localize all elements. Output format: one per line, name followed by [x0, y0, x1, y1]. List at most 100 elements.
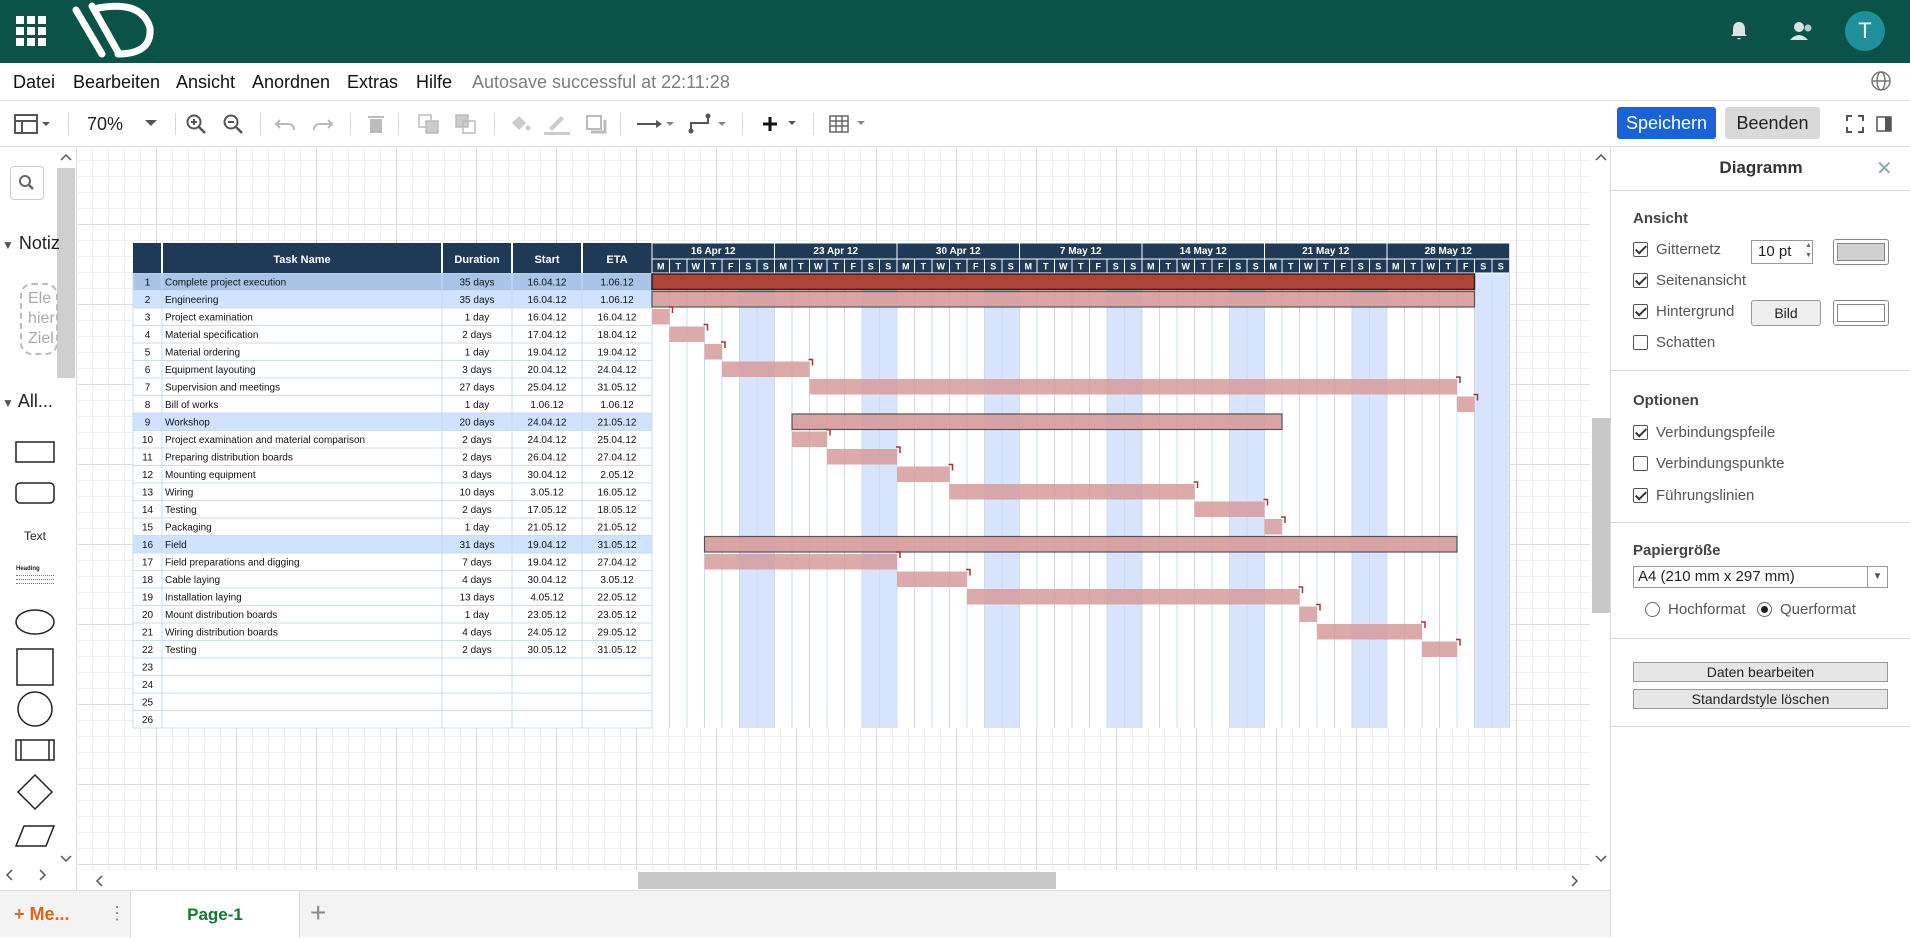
gantt-bar[interactable] — [722, 361, 810, 378]
zoom-out-button[interactable] — [222, 101, 244, 147]
grid-size-input[interactable]: 10 pt — [1751, 240, 1813, 264]
eta-cell[interactable]: 1.06.12 — [600, 278, 634, 289]
portrait-radio[interactable]: Hochformat — [1645, 601, 1746, 618]
eta-cell[interactable]: 3.05.12 — [600, 575, 634, 586]
start-cell[interactable]: 26.04.12 — [528, 453, 567, 464]
process-shape[interactable] — [15, 738, 55, 762]
eta-cell[interactable]: 1.06.12 — [600, 295, 634, 306]
start-cell[interactable]: 23.05.12 — [528, 610, 567, 621]
to-front-button[interactable] — [418, 101, 440, 147]
menu-edit[interactable]: Bearbeiten — [73, 72, 160, 93]
fill-color-button[interactable] — [508, 101, 532, 147]
scroll-up-icon[interactable] — [60, 152, 72, 162]
start-cell[interactable]: 30.04.12 — [528, 575, 567, 586]
duration-cell[interactable]: 1 day — [465, 313, 489, 324]
eta-cell[interactable]: 29.05.12 — [598, 628, 637, 639]
duration-cell[interactable]: 2 days — [462, 453, 491, 464]
start-cell[interactable]: 24.05.12 — [528, 628, 567, 639]
page-menu-icon[interactable]: ⋮ — [108, 903, 126, 924]
gantt-bar[interactable] — [949, 484, 1195, 500]
connection-arrows-checkbox[interactable]: Verbindungspfeile — [1633, 424, 1775, 441]
to-back-button[interactable] — [455, 101, 477, 147]
landscape-radio[interactable]: Querformat — [1757, 601, 1856, 618]
duration-cell[interactable]: 35 days — [459, 278, 494, 289]
apps-grid-icon[interactable] — [16, 16, 46, 46]
grid-checkbox[interactable]: Gitternetz — [1633, 241, 1721, 258]
duration-cell[interactable]: 2 days — [462, 435, 491, 446]
menu-view[interactable]: Ansicht — [176, 72, 235, 93]
gantt-bar[interactable] — [827, 449, 897, 465]
square-shape[interactable] — [16, 648, 54, 686]
eta-cell[interactable]: 31.05.12 — [598, 645, 637, 656]
task-name-cell[interactable]: Bill of works — [165, 400, 218, 411]
task-name-cell[interactable]: Supervision and meetings — [165, 383, 280, 394]
task-name-cell[interactable]: Cable laying — [165, 575, 220, 586]
duration-cell[interactable]: 20 days — [459, 418, 494, 429]
task-name-cell[interactable]: Workshop — [165, 418, 210, 429]
connection-points-checkbox[interactable]: Verbindungspunkte — [1633, 455, 1784, 472]
gantt-bar[interactable] — [897, 466, 950, 483]
shape-search-button[interactable] — [10, 166, 44, 200]
line-color-button[interactable] — [543, 101, 571, 147]
start-cell[interactable]: 19.04.12 — [528, 348, 567, 359]
duration-cell[interactable]: 10 days — [459, 488, 494, 499]
gantt-bar[interactable] — [809, 379, 1458, 395]
task-name-cell[interactable]: Mounting equipment — [165, 470, 256, 481]
task-name-cell[interactable]: Project examination and material compari… — [165, 435, 365, 446]
duration-cell[interactable]: 1 day — [465, 523, 489, 534]
eta-cell[interactable]: 31.05.12 — [598, 540, 637, 551]
task-name-cell[interactable]: Installation laying — [165, 593, 242, 604]
task-name-cell[interactable]: Field preparations and digging — [165, 558, 300, 569]
column-header[interactable]: Start — [534, 254, 559, 266]
start-cell[interactable]: 4.05.12 — [530, 593, 564, 604]
diamond-shape[interactable] — [16, 773, 54, 811]
save-button[interactable]: Speichern — [1617, 107, 1716, 139]
task-name-cell[interactable]: Complete project execution — [165, 278, 286, 289]
undo-button[interactable] — [274, 101, 296, 147]
start-cell[interactable]: 16.04.12 — [528, 313, 567, 324]
parallelogram-shape[interactable] — [14, 824, 56, 848]
task-name-cell[interactable]: Field — [165, 540, 187, 551]
redo-button[interactable] — [312, 101, 334, 147]
gantt-bar[interactable] — [791, 413, 1283, 431]
zoom-in-button[interactable] — [185, 101, 207, 147]
task-name-cell[interactable]: Material ordering — [165, 348, 240, 359]
gantt-bar[interactable] — [704, 344, 723, 360]
diagram-canvas[interactable]: Task Name Duration Start ETA 16 Apr 12 M T W T F S… — [78, 148, 1590, 870]
task-name-cell[interactable]: Wiring distribution boards — [165, 628, 278, 639]
menu-arrange[interactable]: Anordnen — [252, 72, 330, 93]
heading-text-shape[interactable]: Heading — [16, 566, 54, 592]
eta-cell[interactable]: 18.05.12 — [598, 505, 637, 516]
column-header[interactable]: Duration — [454, 254, 500, 266]
duration-cell[interactable]: 1 day — [465, 400, 489, 411]
gantt-chart[interactable]: Task Name Duration Start ETA16 Apr 12M T W T F S… — [78, 148, 1590, 870]
waypoints-button[interactable] — [688, 101, 732, 147]
gantt-bar[interactable] — [897, 571, 967, 588]
duration-cell[interactable]: 3 days — [462, 470, 491, 481]
task-name-cell[interactable]: Wiring — [165, 488, 193, 499]
eta-cell[interactable]: 25.04.12 — [598, 435, 637, 446]
delete-button[interactable] — [367, 101, 385, 147]
column-header[interactable]: Task Name — [273, 254, 330, 266]
toggle-sidebar-button[interactable] — [1876, 101, 1892, 147]
duration-cell[interactable]: 7 days — [462, 558, 491, 569]
all-shapes-section-header[interactable]: ▼ All... — [2, 391, 53, 412]
start-cell[interactable]: 25.04.12 — [528, 383, 567, 394]
ellipse-shape[interactable] — [15, 609, 55, 635]
eta-cell[interactable]: 22.05.12 — [598, 593, 637, 604]
duration-cell[interactable]: 31 days — [459, 540, 494, 551]
gantt-bar[interactable] — [651, 273, 1476, 291]
gantt-bar[interactable] — [669, 326, 705, 343]
gantt-bar[interactable] — [967, 589, 1300, 605]
vertical-scroll-thumb[interactable] — [1592, 418, 1610, 613]
scroll-down-icon[interactable] — [60, 854, 72, 864]
rounded-rectangle-shape[interactable] — [15, 482, 55, 504]
eta-cell[interactable]: 27.04.12 — [598, 558, 637, 569]
gantt-bar[interactable] — [1422, 641, 1457, 658]
start-cell[interactable]: 20.04.12 — [528, 365, 567, 376]
gantt-bar[interactable] — [704, 554, 898, 570]
menu-file[interactable]: Datei — [13, 72, 55, 93]
start-cell[interactable]: 16.04.12 — [528, 278, 567, 289]
edit-data-button[interactable]: Daten bearbeiten — [1633, 662, 1888, 682]
duration-cell[interactable]: 35 days — [459, 295, 494, 306]
